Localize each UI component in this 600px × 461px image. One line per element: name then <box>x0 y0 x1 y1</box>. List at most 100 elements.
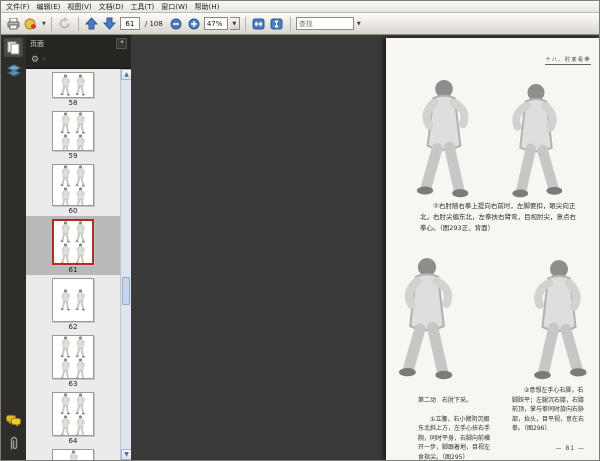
thumbnail-figure-icon <box>59 187 71 205</box>
thumbnail-page-number: 58 <box>68 99 78 107</box>
thumbnail-figure-icon <box>59 134 71 150</box>
toolbar-separator <box>77 16 79 31</box>
scroll-up-button[interactable]: ▲ <box>121 69 131 80</box>
thumbnail-page-number: 62 <box>68 323 78 331</box>
refresh-icon <box>59 17 70 29</box>
collapse-panel-button[interactable]: ◂ <box>116 38 127 49</box>
comments-icon <box>6 414 21 426</box>
page-thumbnail[interactable] <box>52 72 94 98</box>
zoom-dropdown-caret[interactable]: ▼ <box>229 17 240 30</box>
print-button[interactable] <box>5 16 21 32</box>
fit-width-icon <box>252 18 265 29</box>
thumbnail-figure-icon <box>74 243 86 263</box>
email-dropdown-caret[interactable]: ▼ <box>42 21 46 27</box>
zoom-in-icon <box>188 18 200 29</box>
thumbnails-scrollbar[interactable]: ▲ ▼ <box>120 69 131 460</box>
thumbnail-figure-icon <box>74 289 86 311</box>
column-left-body: ①立腰，右小臂阴沉掤 东北斜上方，左手心扶右手 腕，同时平身，右脚向前横 开一步… <box>418 415 491 461</box>
printed-page-number: — 81 — <box>555 445 585 452</box>
update-button-disabled <box>57 16 73 32</box>
pages-panel-options: ⚙ ▼ <box>26 52 131 68</box>
thumbnail-row[interactable] <box>26 446 120 460</box>
thumbnail-figure-icon <box>74 112 86 134</box>
menu-item[interactable]: 文件(F) <box>6 2 30 12</box>
thumbnail-list: 58 59 60 61 62 63 64 <box>26 69 120 460</box>
menu-item[interactable]: 编辑(E) <box>37 2 61 12</box>
page-thumbnail[interactable] <box>52 219 94 265</box>
menu-item[interactable]: 窗口(W) <box>161 2 187 12</box>
pages-panel-header: 页面 ◂ <box>26 35 131 52</box>
content-area: 页面 ◂ ⚙ ▼ 58 59 60 61 62 63 64 ▲ ▼ 十八、肘底看… <box>1 35 599 460</box>
thumbnail-figure-icon <box>74 393 86 415</box>
thumbnail-row[interactable]: 60 <box>26 161 120 216</box>
search-input[interactable] <box>295 17 354 30</box>
document-canvas[interactable]: 十八、肘底看拳 ②右肘随右拳上提向右前时，左脚要扣，眼尖向正 北，右肘尖偏东北，… <box>131 35 599 460</box>
martial-figure-step-right <box>526 258 592 382</box>
scrollbar-thumb[interactable] <box>122 277 130 305</box>
current-page-input[interactable] <box>119 17 140 30</box>
thumbnail-page-number: 64 <box>68 437 78 445</box>
page-thumbnail[interactable] <box>52 392 94 436</box>
thumbnail-row[interactable]: 64 <box>26 389 120 446</box>
printer-icon <box>7 17 19 29</box>
page-thumbnail[interactable] <box>52 449 94 460</box>
zoom-out-button[interactable] <box>168 16 184 32</box>
thumbnail-figure-icon <box>59 289 71 311</box>
pages-icon <box>7 41 20 54</box>
thumbnail-figure-icon <box>67 450 79 460</box>
thumbnail-row[interactable]: 61 <box>26 216 120 275</box>
pages-panel-tab[interactable] <box>4 38 23 57</box>
thumbnail-figure-icon <box>59 336 71 358</box>
options-gear-icon[interactable]: ⚙ <box>31 55 39 65</box>
top-illustrations <box>414 76 566 200</box>
arrow-up-icon <box>85 17 99 30</box>
zoom-level-value: 47% <box>206 19 223 28</box>
arrow-down-icon <box>103 17 117 30</box>
menu-item[interactable]: 视图(V) <box>67 2 91 12</box>
thumbnail-row[interactable]: 59 <box>26 108 120 161</box>
search-dropdown-caret[interactable]: ▼ <box>357 21 361 27</box>
thumbnail-row[interactable]: 62 <box>26 275 120 332</box>
scroll-down-button[interactable]: ▼ <box>121 449 131 460</box>
toolbar-separator <box>289 16 291 31</box>
thumbnail-figure-icon <box>59 358 71 378</box>
toolbar-separator <box>244 16 246 31</box>
zoom-level-combo[interactable]: 47% <box>203 17 228 30</box>
fit-width-button[interactable] <box>251 16 267 32</box>
comments-panel-tab[interactable] <box>4 411 23 430</box>
thumbnail-figure-icon <box>59 165 71 187</box>
thumbnail-row[interactable]: 58 <box>26 69 120 108</box>
running-head: 十八、肘底看拳 <box>545 57 591 65</box>
attachments-panel-tab[interactable] <box>4 434 23 453</box>
thumbnail-figure-icon <box>59 243 71 263</box>
menu-item[interactable]: 文档(D) <box>99 2 124 12</box>
thumbnail-figure-icon <box>59 393 71 415</box>
section-heading: 第二动 右肘下采。 <box>418 396 473 404</box>
fit-page-button[interactable] <box>269 16 285 32</box>
thumbnail-figure-icon <box>74 336 86 358</box>
layers-panel-tab[interactable] <box>4 61 23 80</box>
page-thumbnail[interactable] <box>52 164 94 206</box>
thumbnail-figure-icon <box>59 415 71 435</box>
page-thumbnail[interactable] <box>52 278 94 322</box>
pages-panel-title: 页面 <box>30 39 44 48</box>
email-button[interactable] <box>23 16 39 32</box>
next-page-button[interactable] <box>102 16 118 32</box>
thumbnail-figure-icon <box>74 358 86 378</box>
instruction-paragraph: ②右肘随右拳上提向右前时，左脚要扣，眼尖向正 北，右肘尖偏东北，左拳扶右臂弯，目… <box>420 202 576 232</box>
thumbnail-page-number: 59 <box>68 152 78 160</box>
thumbnail-row[interactable]: 63 <box>26 332 120 389</box>
toolbar-separator <box>50 16 52 31</box>
thumbnail-figure-icon <box>59 74 71 96</box>
menu-item[interactable]: 工具(T) <box>131 2 155 12</box>
martial-figure-front-view <box>506 82 566 200</box>
zoom-in-button[interactable] <box>186 16 202 32</box>
page-thumbnail[interactable] <box>52 335 94 379</box>
page-thumbnail[interactable] <box>52 111 94 151</box>
options-dropdown-caret[interactable]: ▼ <box>42 57 46 63</box>
previous-page-button[interactable] <box>84 16 100 32</box>
thumbnail-page-number: 63 <box>68 380 78 388</box>
thumbnail-figure-icon <box>74 165 86 187</box>
fit-page-icon <box>270 18 283 29</box>
menu-item[interactable]: 帮助(H) <box>195 2 220 12</box>
